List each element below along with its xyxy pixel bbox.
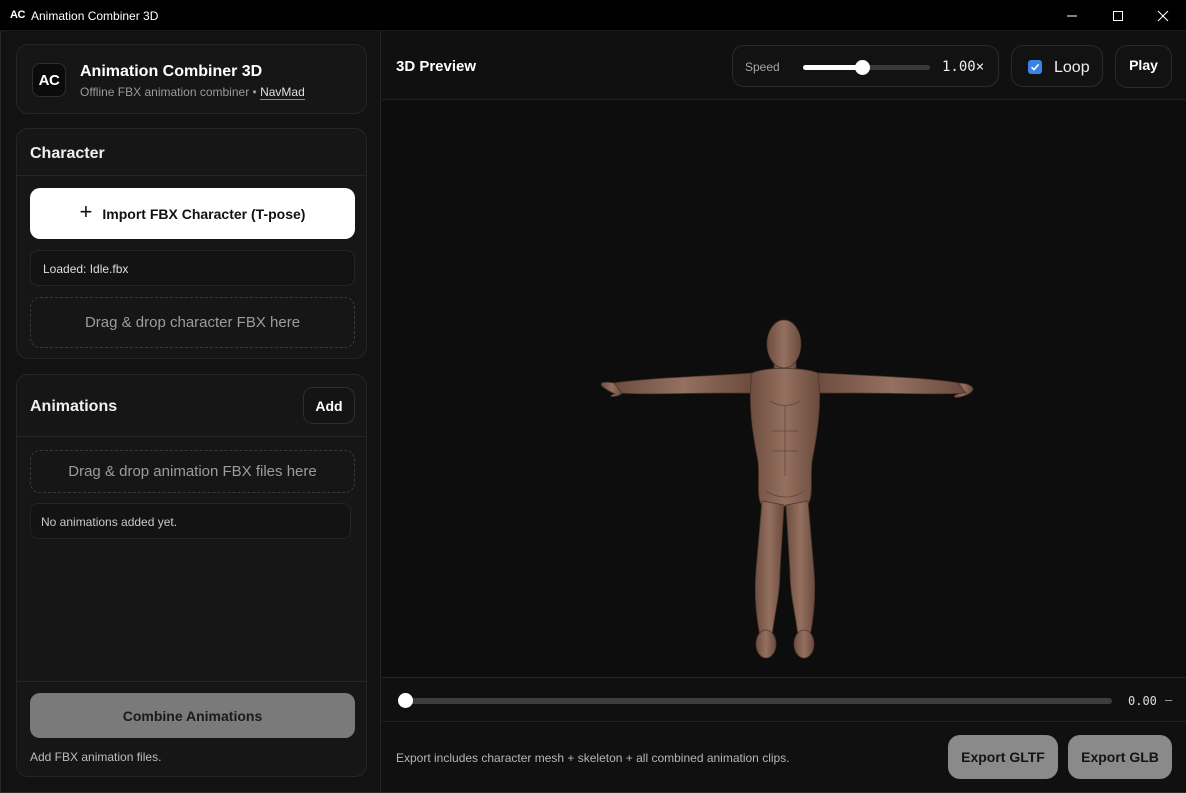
minimize-button[interactable] — [1049, 0, 1095, 31]
import-character-label: Import FBX Character (T-pose) — [102, 205, 306, 222]
minimize-icon — [1067, 15, 1077, 16]
animations-empty-message: No animations added yet. — [30, 503, 351, 539]
speed-control: Speed 1.00× — [732, 45, 999, 87]
export-gltf-button[interactable]: Export GLTF — [948, 735, 1058, 779]
speed-slider-fill — [803, 65, 863, 70]
current-time: 0.00 — [1128, 694, 1157, 708]
brand-card: AC Animation Combiner 3D Offline FBX ani… — [16, 44, 367, 114]
character-panel: Character + Import FBX Character (T-pose… — [16, 128, 367, 359]
speed-value: 1.00× — [942, 59, 985, 75]
title-bar: AC Animation Combiner 3D — [0, 0, 1186, 31]
export-glb-button[interactable]: Export GLB — [1068, 735, 1172, 779]
combine-animations-button[interactable]: Combine Animations — [30, 693, 355, 738]
timeline-thumb[interactable] — [398, 693, 413, 708]
checkmark-icon — [1030, 63, 1040, 71]
brand-tagline: Offline FBX animation combiner • — [80, 85, 257, 99]
author-link[interactable]: NavMad — [260, 85, 305, 100]
character-model — [600, 319, 974, 659]
plus-icon: + — [79, 199, 93, 224]
maximize-button[interactable] — [1095, 0, 1141, 31]
animations-panel: Animations Add Drag & drop animation FBX… — [16, 374, 367, 777]
import-character-button[interactable]: + Import FBX Character (T-pose) — [30, 188, 355, 239]
preview-title: 3D Preview — [396, 58, 477, 75]
timeline-bar: 0.00 – — [382, 677, 1186, 722]
animations-footer-divider — [17, 681, 366, 682]
loaded-file-status: Loaded: Idle.fbx — [30, 250, 355, 286]
animations-heading: Animations — [30, 398, 118, 415]
animations-hint: Add FBX animation files. — [30, 750, 162, 764]
character-heading: Character — [30, 145, 105, 162]
loop-toggle[interactable]: Loop — [1011, 45, 1103, 87]
character-drop-zone[interactable]: Drag & drop character FBX here — [30, 297, 355, 348]
close-button[interactable] — [1140, 0, 1186, 31]
close-icon — [1157, 10, 1169, 21]
brand-subtitle: Offline FBX animation combiner • NavMad — [80, 85, 305, 100]
animations-panel-header: Animations Add — [17, 375, 366, 437]
character-panel-header: Character — [17, 129, 366, 176]
speed-label: Speed — [745, 60, 780, 74]
play-button[interactable]: Play — [1115, 45, 1172, 88]
speed-slider-thumb[interactable] — [855, 60, 871, 75]
loop-checkbox[interactable] — [1028, 60, 1042, 74]
brand-title: Animation Combiner 3D — [80, 63, 263, 80]
timeline-scrubber[interactable] — [405, 698, 1112, 704]
add-animation-button[interactable]: Add — [303, 387, 355, 424]
app-icon: AC — [10, 9, 25, 21]
animation-drop-zone[interactable]: Drag & drop animation FBX files here — [30, 450, 355, 493]
preview-toolbar: 3D Preview Speed 1.00× Loop Play — [382, 31, 1186, 100]
loop-label: Loop — [1054, 59, 1090, 76]
sidebar: AC Animation Combiner 3D Offline FBX ani… — [2, 31, 381, 792]
app-frame: AC Animation Combiner 3D Offline FBX ani… — [0, 31, 1186, 793]
export-bar: Export includes character mesh + skeleto… — [382, 723, 1186, 792]
export-note: Export includes character mesh + skeleto… — [396, 751, 790, 765]
window-title: Animation Combiner 3D — [31, 9, 159, 23]
3d-viewport[interactable] — [382, 101, 1186, 677]
app-logo: AC — [32, 63, 66, 97]
maximize-icon — [1113, 10, 1123, 21]
main-panel: 3D Preview Speed 1.00× Loop Play 0.00 – … — [382, 31, 1186, 792]
duration-value: – — [1165, 692, 1173, 707]
